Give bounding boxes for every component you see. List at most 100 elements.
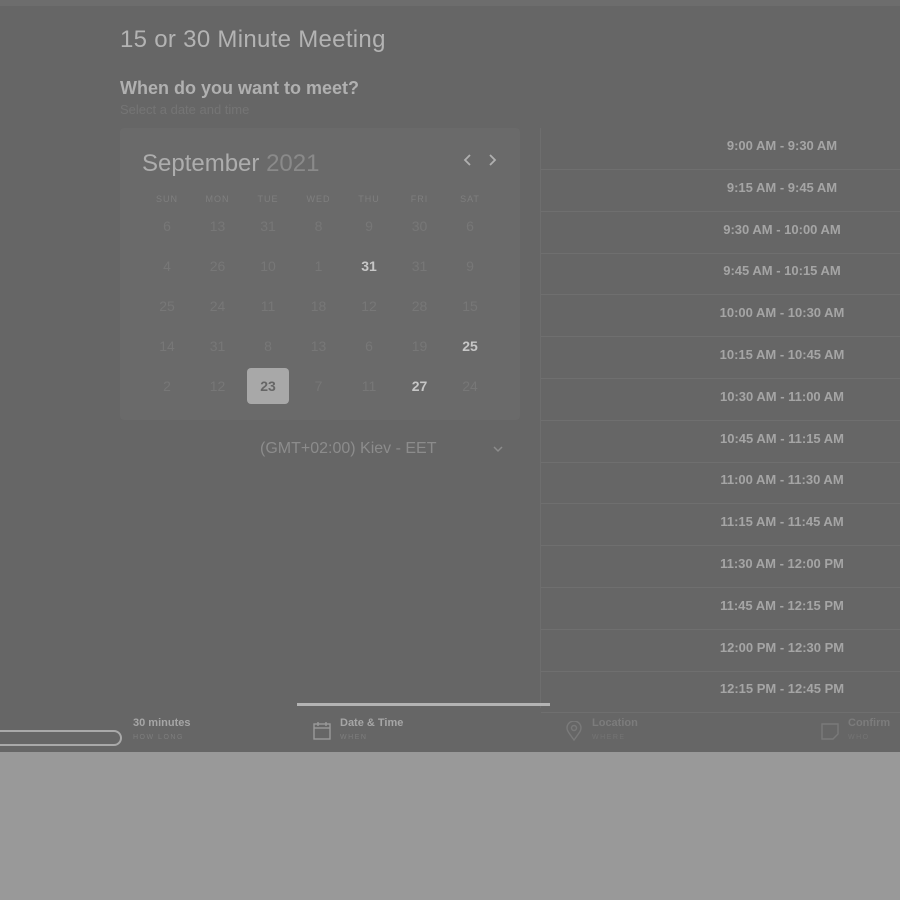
calendar-days-grid: 6 13 31 8 9 30 6 4 26 10 1 31 31 9 25 24 11 18 12 28 15 14 31 8… — [142, 206, 497, 411]
calendar-day: 30 — [411, 218, 428, 234]
step-title: 30 minutes — [133, 717, 191, 729]
available-day[interactable]: 31 — [348, 248, 390, 284]
time-slot[interactable]: 9:45 AM - 10:15 AM — [541, 253, 900, 296]
calendar-day: 13 — [209, 218, 226, 234]
weekday-label: THU — [358, 194, 380, 204]
calendar-day: 14 — [159, 338, 175, 354]
time-slot-label: 12:15 PM - 12:45 PM — [719, 681, 845, 697]
calendar-day: 7 — [314, 378, 323, 394]
calendar-day: 6 — [163, 218, 171, 234]
calendar-day: 31 — [209, 338, 226, 354]
active-step-indicator — [297, 703, 550, 706]
time-slot-label: 10:45 AM - 11:15 AM — [719, 430, 845, 446]
calendar-day: 15 — [462, 298, 478, 314]
calendar-day: 8 — [264, 338, 272, 354]
selected-day[interactable]: 23 — [247, 368, 289, 404]
calendar-day: 18 — [310, 298, 327, 314]
calendar-day: 6 — [365, 338, 373, 354]
time-slot[interactable]: 10:30 AM - 11:00 AM — [541, 379, 900, 421]
calendar-day: 4 — [163, 258, 171, 274]
calendar-day: 8 — [314, 218, 323, 234]
calendar-day: 31 — [260, 218, 276, 234]
calendar-day: 12 — [361, 298, 377, 314]
calendar-day: 1 — [314, 258, 323, 274]
top-divider — [0, 0, 900, 6]
weekday-label: SAT — [460, 194, 480, 204]
page-title: 15 or 30 Minute Meeting — [120, 26, 386, 53]
weekday-header: SUN MON TUE WED THU FRI SAT — [142, 194, 497, 206]
calendar-day: 6 — [466, 218, 474, 234]
step-duration[interactable]: 30 minutes HOW LONG — [0, 716, 230, 748]
prev-month-button[interactable] — [458, 152, 478, 172]
time-slot[interactable]: 10:00 AM - 10:30 AM — [541, 295, 900, 338]
date-picker: September 2021 SUN MON TUE WED THU FRI SAT 6 13… — [120, 128, 520, 420]
calendar-day: 13 — [310, 338, 327, 354]
time-slot[interactable]: 11:30 AM - 12:00 PM — [541, 546, 900, 588]
step-title: Confirm — [848, 717, 891, 729]
calendar-day: 31 — [411, 258, 428, 274]
section-heading: When do you want to meet? — [120, 78, 359, 98]
calendar-icon — [313, 722, 331, 740]
step-title: Date & Time — [340, 717, 404, 729]
calendar-day: 24 — [462, 378, 478, 394]
weekday-label: TUE — [257, 194, 279, 204]
step-title: Location — [592, 717, 638, 729]
step-date-time[interactable]: Date & Time WHEN — [310, 716, 530, 748]
time-slot[interactable]: 10:45 AM - 11:15 AM — [541, 421, 900, 463]
chevron-down-icon — [493, 446, 503, 453]
calendar-day: 19 — [411, 338, 428, 354]
time-slot-label: 11:45 AM - 12:15 PM — [720, 597, 844, 613]
timezone-select[interactable]: (GMT+02:00) Kiev - EET — [120, 436, 520, 464]
time-slot[interactable]: 9:15 AM - 9:45 AM — [541, 170, 900, 212]
calendar-month-label: September 2021 — [142, 150, 319, 178]
calendar-month: September — [142, 150, 260, 177]
timezone-label: (GMT+02:00) Kiev - EET — [260, 440, 437, 457]
step-subtitle: WHEN — [340, 734, 368, 741]
time-slot[interactable]: 9:30 AM - 10:00 AM — [541, 212, 900, 254]
document-icon — [821, 723, 839, 740]
next-month-button[interactable] — [482, 152, 502, 172]
available-day[interactable]: 27 — [399, 368, 441, 404]
time-slot[interactable]: 12:00 PM - 12:30 PM — [541, 630, 900, 672]
calendar-day: 12 — [209, 378, 226, 394]
chevron-right-icon — [489, 154, 497, 166]
step-location[interactable]: Location WHERE — [565, 716, 785, 748]
step-subtitle: WHERE — [592, 734, 626, 741]
step-subtitle: HOW LONG — [133, 734, 184, 741]
time-slot-label: 9:00 AM - 9:30 AM — [726, 138, 838, 153]
time-slot-label: 10:30 AM - 11:00 AM — [719, 388, 845, 404]
time-slot[interactable]: 11:00 AM - 11:30 AM — [541, 462, 900, 505]
calendar-day: 11 — [361, 378, 377, 394]
time-slot-label: 11:00 AM - 11:30 AM — [720, 472, 844, 488]
calendar-day: 26 — [209, 258, 226, 274]
booking-panel: 15 or 30 Minute Meeting When do you want… — [0, 0, 900, 752]
weekday-label: SUN — [155, 194, 178, 204]
time-slot-label: 9:45 AM - 10:15 AM — [723, 263, 841, 279]
time-slot-list: 9:00 AM - 9:30 AM 9:15 AM - 9:45 AM 9:30 A… — [540, 128, 900, 714]
time-slot[interactable]: 11:45 AM - 12:15 PM — [541, 588, 900, 630]
chevron-left-icon — [463, 154, 471, 166]
step-confirm[interactable]: Confirm WHO — [820, 716, 900, 748]
calendar-day: 9 — [365, 218, 373, 234]
time-slot-label: 11:30 AM - 12:00 PM — [720, 556, 844, 571]
time-slot[interactable]: 11:15 AM - 11:45 AM — [541, 504, 900, 547]
calendar-day: 10 — [260, 258, 276, 274]
time-slot-label: 12:00 PM - 12:30 PM — [719, 639, 845, 655]
weekday-label: FRI — [410, 194, 429, 204]
step-subtitle: WHO — [848, 734, 870, 741]
calendar-day: 2 — [163, 378, 171, 394]
calendar-day: 11 — [260, 298, 276, 314]
calendar-day: 9 — [466, 258, 474, 274]
calendar-day: 25 — [159, 298, 175, 314]
calendar-day: 24 — [209, 298, 226, 314]
booking-steps: 30 minutes HOW LONG Date & Time WHEN Loc… — [0, 708, 900, 752]
available-day[interactable]: 25 — [449, 328, 491, 364]
time-slot[interactable]: 10:15 AM - 10:45 AM — [541, 337, 900, 379]
time-slot-label: 10:15 AM - 10:45 AM — [719, 347, 845, 362]
duration-pill-icon — [0, 730, 122, 746]
time-slot[interactable]: 9:00 AM - 9:30 AM — [541, 128, 900, 170]
time-slot-label: 11:15 AM - 11:45 AM — [720, 514, 844, 530]
page-background — [0, 752, 900, 900]
time-slot-label: 9:30 AM - 10:00 AM — [723, 221, 841, 237]
calendar-day: 28 — [411, 298, 428, 314]
